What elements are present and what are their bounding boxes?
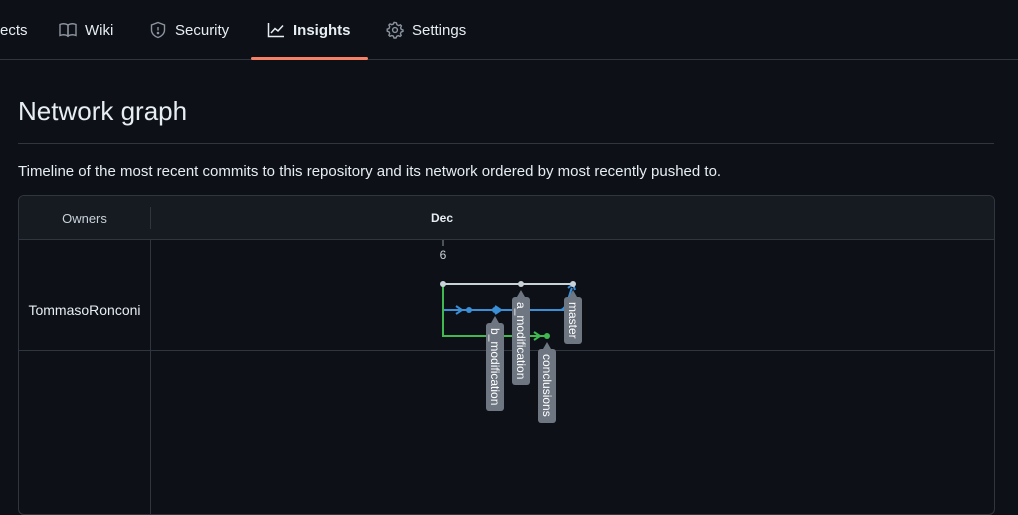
- branch-label-text: a_modification: [514, 302, 528, 379]
- commit-dot[interactable]: [518, 281, 524, 287]
- tab-security[interactable]: Security: [149, 0, 229, 60]
- commit-dot[interactable]: [440, 281, 446, 287]
- tab-insights[interactable]: Insights: [267, 0, 351, 60]
- tab-settings[interactable]: Settings: [386, 0, 466, 60]
- repo-nav: ects Wiki Security Insights Settings: [0, 0, 1018, 60]
- gear-icon: [386, 21, 404, 39]
- label-pointer: [491, 316, 499, 323]
- branch-label-text: b_modification: [488, 328, 502, 405]
- blue-branch-line: [442, 284, 574, 311]
- label-pointer: [543, 342, 551, 349]
- commit-dot[interactable]: [466, 307, 472, 313]
- branch-label-text: conclusions: [540, 354, 554, 417]
- page-title: Network graph: [18, 96, 188, 126]
- selected-tab-indicator: [251, 57, 368, 60]
- branch-label-b-modification[interactable]: b_modification: [486, 316, 504, 411]
- branch-label-conclusions[interactable]: conclusions: [538, 342, 556, 423]
- branch-label-text: master: [566, 302, 580, 339]
- network-graph[interactable]: Owners Dec TommasoRonconi 6 a_modificati…: [18, 195, 995, 515]
- commit-dot[interactable]: [544, 333, 550, 339]
- graph-icon: [267, 22, 285, 38]
- tab-wiki[interactable]: Wiki: [59, 0, 113, 60]
- tab-projects[interactable]: ects: [0, 0, 28, 60]
- shield-icon: [149, 21, 167, 39]
- network-graph-canvas[interactable]: 6 a_modification master b_modification c…: [19, 196, 995, 515]
- tab-security-label: Security: [175, 21, 230, 39]
- commit-dot[interactable]: [570, 281, 576, 287]
- tab-insights-label: Insights: [293, 21, 351, 39]
- day-label: 6: [440, 248, 447, 262]
- tab-projects-label: ects: [0, 21, 28, 39]
- book-icon: [59, 22, 77, 38]
- branch-label-a-modification[interactable]: a_modification: [512, 290, 530, 385]
- title-divider: [18, 143, 994, 144]
- page-description: Timeline of the most recent commits to t…: [18, 163, 722, 180]
- commit-dot[interactable]: [492, 307, 498, 313]
- tab-wiki-label: Wiki: [85, 21, 114, 39]
- branch-label-master[interactable]: master: [564, 290, 582, 344]
- tab-settings-label: Settings: [412, 21, 467, 39]
- label-pointer: [517, 290, 525, 297]
